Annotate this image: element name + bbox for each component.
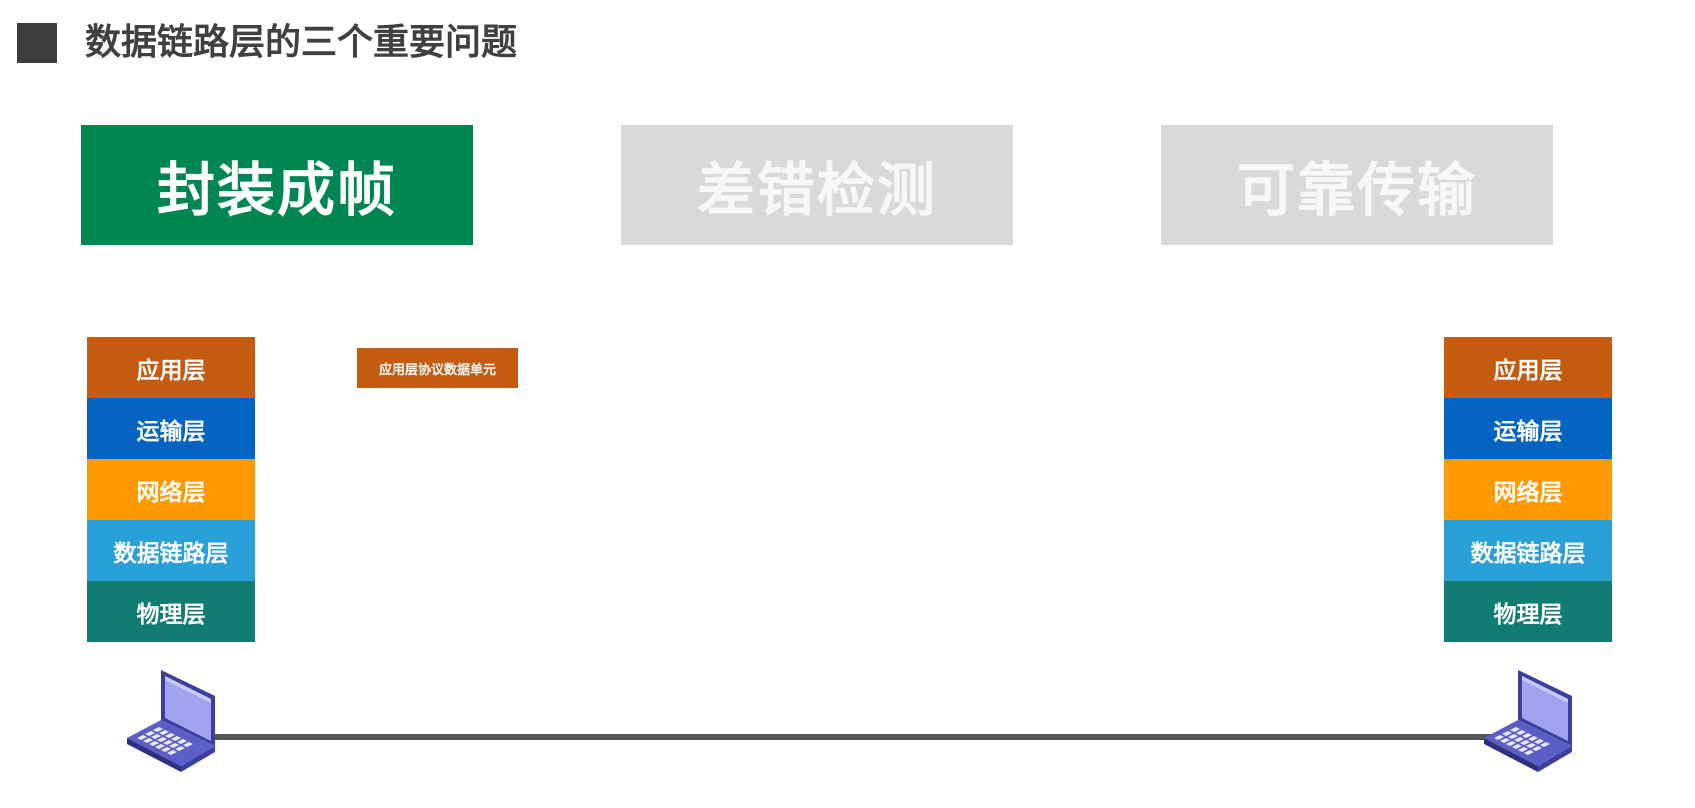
right-transport-layer: 运输层 [1444,398,1612,459]
left-protocol-stack: 应用层 运输层 网络层 数据链路层 物理层 [87,337,255,642]
topic-error-detection: 差错检测 [621,125,1013,245]
left-application-layer: 应用层 [87,337,255,398]
left-data-link-layer: 数据链路层 [87,520,255,581]
right-protocol-stack: 应用层 运输层 网络层 数据链路层 物理层 [1444,337,1612,642]
left-network-layer: 网络层 [87,459,255,520]
left-transport-layer: 运输层 [87,398,255,459]
title-marker-square [17,23,57,63]
topic-reliable-transmission: 可靠传输 [1161,125,1553,245]
right-network-layer: 网络层 [1444,459,1612,520]
left-physical-layer: 物理层 [87,581,255,642]
transmission-link-line [210,734,1496,740]
topic-framing: 封装成帧 [81,125,473,245]
right-laptop-icon [1480,668,1580,774]
application-pdu-block: 应用层协议数据单元 [357,348,518,388]
right-physical-layer: 物理层 [1444,581,1612,642]
right-application-layer: 应用层 [1444,337,1612,398]
right-data-link-layer: 数据链路层 [1444,520,1612,581]
page-title: 数据链路层的三个重要问题 [85,22,518,63]
left-laptop-icon [123,668,223,774]
